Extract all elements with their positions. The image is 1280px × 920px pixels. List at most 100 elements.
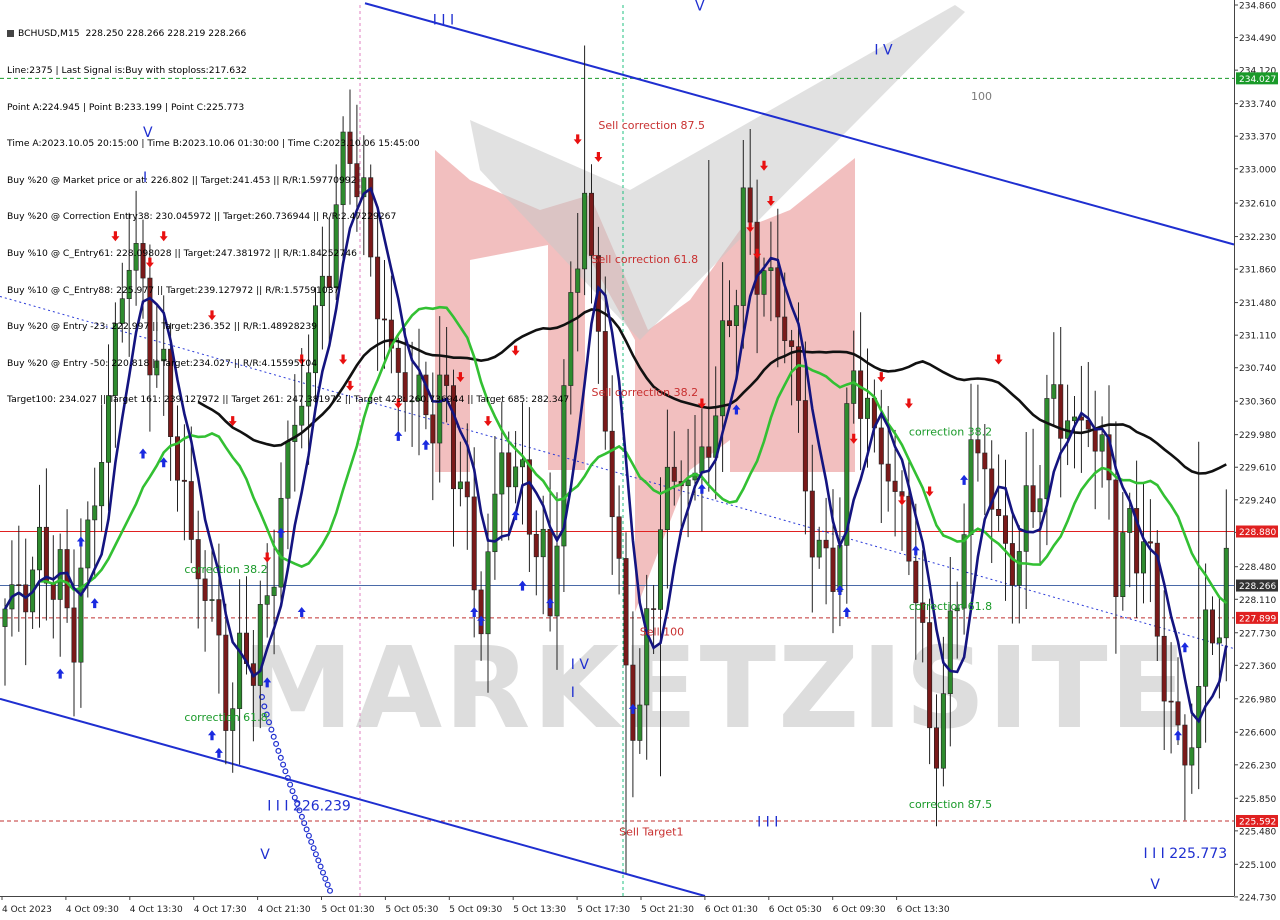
candle-body	[554, 545, 560, 617]
candle-body	[1210, 609, 1216, 644]
annotation-label: Sell 100	[640, 625, 684, 638]
wave-label: I	[571, 685, 575, 701]
candle-body	[961, 534, 967, 609]
candle-body	[575, 268, 581, 293]
wave-label: I I I	[757, 814, 778, 830]
info-line: Buy %20 @ Entry -50: 220.818 || Target:2…	[7, 357, 318, 369]
candle-body	[478, 589, 484, 635]
annotation-label: correction 61.8	[184, 711, 267, 724]
candle-body	[526, 459, 532, 535]
price-tag-label: 234.027	[1239, 75, 1276, 85]
x-tick-label: 6 Oct 01:30	[705, 905, 758, 915]
x-tick-label: 5 Oct 01:30	[322, 905, 375, 915]
x-tick-label: 4 Oct 17:30	[194, 905, 247, 915]
symbol-name: BCHUSD,M15	[18, 28, 80, 40]
candle-body	[657, 529, 663, 610]
annotation-label: Sell correction 87.5	[598, 119, 705, 132]
y-tick-label: 227.360	[1239, 662, 1276, 672]
candle-body	[16, 584, 22, 586]
candle-body	[671, 466, 677, 482]
candle-body	[864, 397, 870, 419]
candle-body	[492, 493, 498, 553]
watermark: MARKETZISITE	[242, 624, 1186, 754]
candle-body	[996, 508, 1002, 516]
y-tick-label: 226.600	[1239, 729, 1276, 739]
candle-body	[85, 519, 91, 569]
candle-body	[1175, 701, 1181, 726]
candle-body	[878, 427, 884, 465]
candle-body	[1168, 700, 1174, 703]
candle-body	[837, 545, 843, 592]
candle-body	[968, 439, 974, 535]
y-tick-label: 229.240	[1239, 496, 1276, 506]
candle-body	[1009, 543, 1015, 586]
candle-body	[795, 346, 801, 401]
x-tick-label: 5 Oct 05:30	[385, 905, 438, 915]
wave-label: V	[260, 847, 270, 863]
info-line: Target100: 234.027 || Target 161: 239.12…	[7, 394, 570, 406]
candle-body	[588, 192, 594, 256]
candle-body	[1044, 398, 1050, 500]
wave-label: V	[1150, 877, 1160, 893]
candle-body	[1113, 479, 1119, 598]
candle-body	[278, 497, 284, 588]
candle-body	[609, 430, 615, 518]
info-line: Time A:2023.10.05 20:15:00 | Time B:2023…	[7, 138, 420, 150]
y-tick-label: 224.730	[1239, 893, 1276, 903]
info-line: Buy %20 @ Entry -23: 222.997 || Target:2…	[7, 321, 318, 333]
x-tick-label: 4 Oct 2023	[2, 905, 52, 915]
candle-body	[1092, 428, 1098, 452]
candle-body	[464, 481, 470, 498]
candle-body	[485, 551, 491, 635]
candle-body	[533, 533, 539, 558]
y-tick-label: 225.480	[1239, 827, 1276, 837]
x-tick-label: 5 Oct 17:30	[577, 905, 630, 915]
y-tick-label: 229.610	[1239, 464, 1276, 474]
candle-body	[975, 439, 981, 454]
candle-body	[651, 608, 657, 610]
wave-label: V	[695, 0, 705, 14]
candle-body	[789, 340, 795, 347]
candle-body	[782, 316, 788, 341]
info-line: Buy %10 @ C_Entry88: 225.977 || Target:2…	[7, 284, 340, 296]
candle-body	[1216, 637, 1222, 644]
y-tick-label: 225.100	[1239, 861, 1276, 871]
candle-body	[664, 466, 670, 530]
candle-body	[706, 446, 712, 458]
y-tick-label: 231.480	[1239, 299, 1276, 309]
candle-body	[858, 370, 864, 419]
info-line: Line:2375 | Last Signal is:Buy with stop…	[7, 65, 247, 76]
annotation-label: Sell Target1	[619, 825, 683, 838]
candle-body	[188, 481, 194, 540]
candle-body	[1141, 541, 1147, 574]
candle-body	[1120, 532, 1126, 598]
candle-body	[1161, 635, 1167, 702]
candle-body	[1072, 416, 1078, 422]
candle-body	[637, 704, 643, 741]
candle-body	[99, 462, 105, 507]
wave-label: I I I 225.773	[1144, 846, 1228, 862]
ohlc-values: 228.250 228.266 228.219 228.266	[85, 28, 247, 40]
info-line: Point A:224.945 | Point B:233.199 | Poin…	[7, 101, 245, 113]
candle-body	[1030, 485, 1036, 513]
candle-body	[747, 187, 753, 223]
y-tick-label: 233.740	[1239, 100, 1276, 110]
price-tag-label: 228.266	[1239, 582, 1276, 592]
candle-body	[940, 693, 946, 769]
wave-label: I V	[571, 657, 590, 673]
annotation-label: correction 61.8	[909, 600, 992, 613]
annotation-label: correction 87.5	[909, 798, 992, 811]
candle-body	[540, 528, 546, 558]
y-tick-label: 228.480	[1239, 563, 1276, 573]
candle-body	[761, 270, 767, 295]
candle-body	[823, 539, 829, 549]
candle-body	[816, 539, 822, 558]
candle-body	[568, 292, 574, 386]
y-tick-label: 233.000	[1239, 165, 1276, 175]
y-tick-label: 231.860	[1239, 266, 1276, 276]
candle-body	[775, 267, 781, 318]
candle-body	[71, 607, 77, 663]
y-tick-label: 231.110	[1239, 332, 1276, 342]
price-tag-label: 227.899	[1239, 614, 1276, 624]
candle-body	[1023, 485, 1029, 552]
